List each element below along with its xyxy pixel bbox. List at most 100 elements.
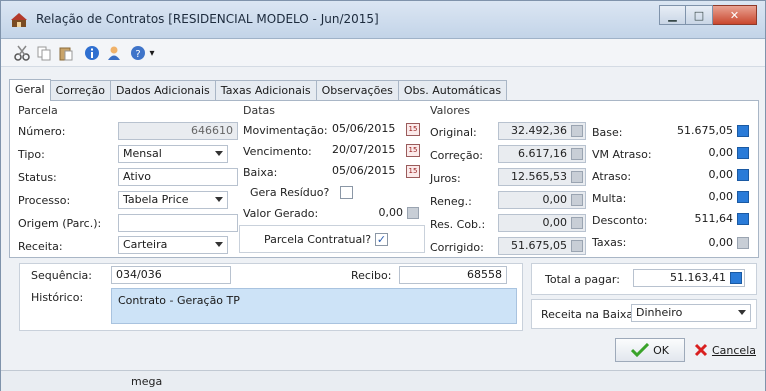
checkmark-icon	[631, 343, 650, 357]
status-label: Status:	[18, 171, 57, 184]
calculator-icon[interactable]	[571, 217, 583, 229]
taxas-value: 0,00	[708, 236, 734, 249]
base-field[interactable]: 51.675,05	[656, 122, 752, 140]
calculator-icon[interactable]	[737, 169, 749, 181]
recibo-field[interactable]: 68558	[399, 266, 507, 284]
historico-field[interactable]: Contrato - Geração TP	[111, 288, 517, 324]
desconto-label: Desconto:	[592, 214, 648, 227]
help-icon[interactable]: ?	[129, 44, 147, 62]
total-field[interactable]: 51.163,41	[633, 269, 745, 287]
receita-baixa-value: Dinheiro	[636, 306, 683, 319]
chevron-down-icon	[215, 242, 223, 247]
origem-label: Origem (Parc.):	[18, 217, 102, 230]
calculator-icon[interactable]	[737, 147, 749, 159]
tab-obs-automaticas[interactable]: Obs. Automáticas	[397, 80, 508, 101]
movimentacao-field[interactable]: 05/06/2015	[330, 121, 395, 139]
calculator-icon[interactable]	[737, 191, 749, 203]
user-icon[interactable]	[105, 44, 123, 62]
vmatraso-value: 0,00	[708, 146, 734, 159]
multa-field[interactable]: 0,00	[656, 188, 752, 206]
tab-geral[interactable]: Geral	[9, 79, 51, 101]
parcela-contratual-checkbox[interactable]: ✓	[375, 233, 388, 246]
window-controls: ▁ □ ✕	[659, 5, 757, 27]
calculator-icon[interactable]	[737, 213, 749, 225]
calculator-icon[interactable]	[737, 237, 749, 249]
minimize-button[interactable]: ▁	[659, 5, 686, 25]
help-dropdown-icon[interactable]: ▾	[147, 44, 157, 62]
taxas-field[interactable]: 0,00	[656, 234, 752, 252]
vencimento-label: Vencimento:	[243, 145, 312, 158]
ok-button[interactable]: OK	[615, 338, 685, 362]
tab-correcao[interactable]: Correção	[49, 80, 111, 101]
desconto-value: 511,64	[694, 212, 734, 225]
calculator-icon[interactable]	[730, 272, 742, 284]
reneg-field[interactable]: 0,00	[498, 191, 586, 209]
info-icon[interactable]	[83, 44, 101, 62]
rescob-field[interactable]: 0,00	[498, 214, 586, 232]
atraso-field[interactable]: 0,00	[656, 166, 752, 184]
corrigido-field[interactable]: 51.675,05	[498, 237, 586, 255]
paste-icon[interactable]	[57, 44, 75, 62]
title-bar[interactable]: Relação de Contratos [RESIDENCIAL MODELO…	[1, 1, 765, 39]
correcao-field[interactable]: 6.617,16	[498, 145, 586, 163]
multa-value: 0,00	[708, 190, 734, 203]
processo-value: Tabela Price	[123, 193, 189, 206]
calendar-icon[interactable]: 15	[406, 123, 420, 136]
sequencia-field[interactable]: 034/036	[111, 266, 231, 284]
numero-field[interactable]: 646610	[118, 122, 238, 140]
cancel-button[interactable]: Cancela	[691, 338, 759, 362]
calculator-icon[interactable]	[571, 240, 583, 252]
baixa-field[interactable]: 05/06/2015	[330, 163, 395, 181]
datas-group-title: Datas	[243, 104, 275, 117]
calculator-icon[interactable]	[407, 207, 419, 219]
tipo-select[interactable]: Mensal	[118, 145, 228, 163]
calendar-icon[interactable]: 15	[406, 144, 420, 157]
svg-text:?: ?	[135, 49, 140, 60]
valores-group-title: Valores	[430, 104, 470, 117]
taxas-label: Taxas:	[592, 236, 627, 249]
calendar-icon[interactable]: 15	[406, 165, 420, 178]
reneg-label: Reneg.:	[430, 195, 472, 208]
receita-select[interactable]: Carteira	[118, 236, 228, 254]
multa-label: Multa:	[592, 192, 627, 205]
vencimento-field[interactable]: 20/07/2015	[330, 142, 395, 160]
rescob-label: Res. Cob.:	[430, 218, 486, 231]
original-field[interactable]: 32.492,36	[498, 122, 586, 140]
receita-baixa-label: Receita na Baixa:	[541, 308, 637, 321]
tipo-value: Mensal	[123, 147, 162, 160]
valor-gerado-field[interactable]: 0,00	[330, 204, 422, 222]
gera-residuo-checkbox[interactable]	[340, 186, 353, 199]
chevron-down-icon	[215, 151, 223, 156]
corrigido-value: 51.675,05	[511, 239, 567, 252]
tab-observacoes[interactable]: Observações	[315, 80, 399, 101]
juros-field[interactable]: 12.565,53	[498, 168, 586, 186]
correcao-label: Correção:	[430, 149, 484, 162]
cancel-label: Cancela	[711, 343, 756, 357]
maximize-button[interactable]: □	[686, 5, 713, 25]
cancel-x-icon	[694, 343, 708, 357]
calculator-icon[interactable]	[571, 171, 583, 183]
chevron-down-icon	[215, 197, 223, 202]
status-user: mega	[131, 375, 163, 388]
desconto-field[interactable]: 511,64	[656, 210, 752, 228]
tab-panel-geral: Parcela Número: 646610 Tipo: Mensal Stat…	[9, 100, 759, 258]
close-button[interactable]: ✕	[713, 5, 757, 25]
status-field[interactable]: Ativo	[118, 168, 238, 186]
calculator-icon[interactable]	[571, 194, 583, 206]
processo-select[interactable]: Tabela Price	[118, 191, 228, 209]
toolbar: ? ▾	[1, 39, 765, 67]
receita-baixa-select[interactable]: Dinheiro	[631, 304, 751, 322]
gera-residuo-label: Gera Resíduo?	[250, 186, 330, 199]
origem-field[interactable]	[118, 214, 238, 232]
copy-icon[interactable]	[35, 44, 53, 62]
correcao-value: 6.617,16	[518, 147, 567, 160]
tab-taxas-adicionais[interactable]: Taxas Adicionais	[214, 80, 317, 101]
tab-dados-adicionais[interactable]: Dados Adicionais	[109, 80, 216, 101]
calculator-icon[interactable]	[571, 148, 583, 160]
calculator-icon[interactable]	[571, 125, 583, 137]
vmatraso-label: VM Atraso:	[592, 148, 652, 161]
vmatraso-field[interactable]: 0,00	[656, 144, 752, 162]
scissors-icon[interactable]	[13, 44, 31, 62]
recibo-label: Recibo:	[351, 269, 392, 282]
calculator-icon[interactable]	[737, 125, 749, 137]
